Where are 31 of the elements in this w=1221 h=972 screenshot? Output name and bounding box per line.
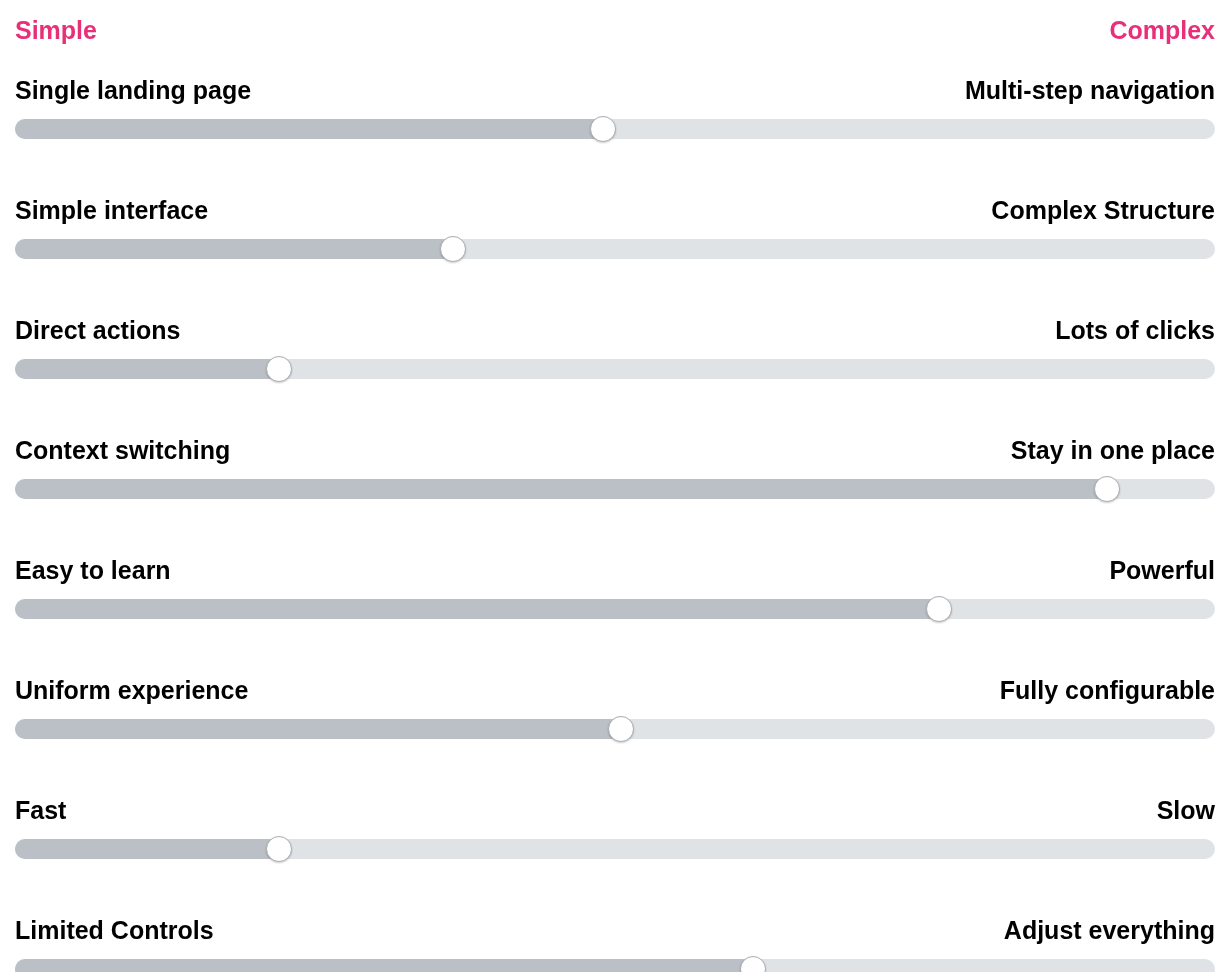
slider-thumb[interactable] — [266, 836, 292, 862]
slider-label: Stay in one place — [1010, 435, 1215, 466]
slider-thumb[interactable] — [1094, 476, 1120, 502]
slider-label: Fast — [15, 795, 67, 826]
slider-label: Easy to learn — [15, 555, 171, 586]
slider-label: Slow — [1156, 795, 1215, 826]
slider-thumb[interactable] — [590, 116, 616, 142]
scale-label: Complex — [1109, 15, 1215, 46]
slider-label: Powerful — [1109, 555, 1215, 586]
slider-track[interactable] — [15, 839, 1215, 859]
slider-label: Complex Structure — [991, 195, 1215, 226]
slider-label: Limited Controls — [15, 915, 214, 946]
slider-thumb[interactable] — [926, 596, 952, 622]
slider-label: Multi-step navigation — [965, 75, 1215, 106]
slider-label: Fully configurable — [999, 675, 1215, 706]
scale-label: Simple — [15, 15, 97, 46]
slider-track[interactable] — [15, 119, 1215, 139]
slider-label: Simple interface — [15, 195, 209, 226]
slider-label: Adjust everything — [1003, 915, 1215, 946]
slider-track[interactable] — [15, 719, 1215, 739]
slider-thumb[interactable] — [608, 716, 634, 742]
slider-label: Single landing page — [15, 75, 252, 106]
slider-track[interactable] — [15, 239, 1215, 259]
slider-track[interactable] — [15, 359, 1215, 379]
slider-track[interactable] — [15, 599, 1215, 619]
slider-label: Uniform experience — [15, 675, 249, 706]
slider-thumb[interactable] — [266, 356, 292, 382]
slider-label: Lots of clicks — [1055, 315, 1215, 346]
slider-thumb[interactable] — [440, 236, 466, 262]
slider-label: Direct actions — [15, 315, 181, 346]
slider-label: Context switching — [15, 435, 231, 466]
